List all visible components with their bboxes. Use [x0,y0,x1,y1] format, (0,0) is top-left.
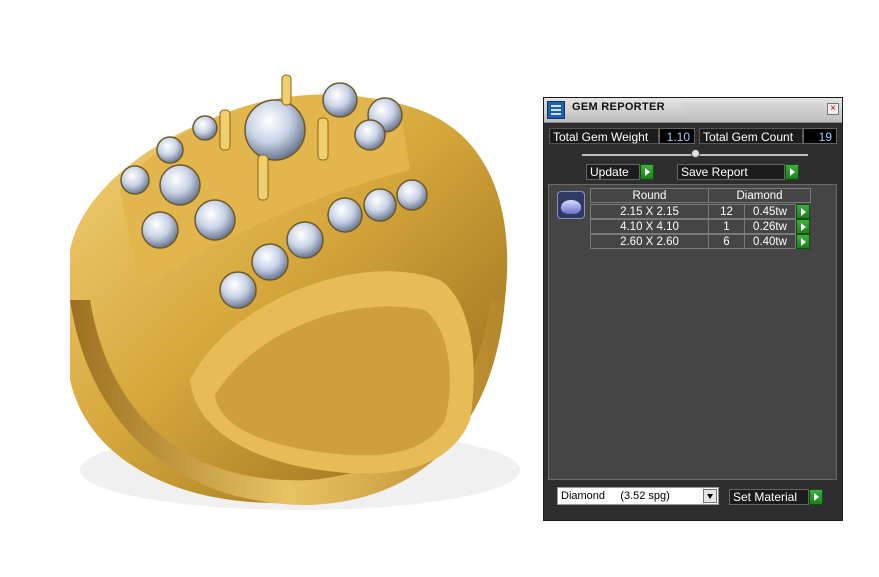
row-2-count: 1 [708,219,745,234]
panel-titlebar[interactable]: GEM REPORTER × [544,98,842,123]
set-material-go-icon[interactable] [809,489,823,505]
row-1-count: 12 [708,204,745,219]
gem-slider-thumb[interactable] [690,149,700,158]
row-3-go-icon[interactable] [796,234,810,249]
row-2-go-icon[interactable] [796,219,810,234]
total-gem-weight-value: 1.10 [659,128,695,144]
row-2-size: 4.10 X 4.10 [590,219,709,234]
row-1-size: 2.15 X 2.15 [590,204,709,219]
row-1-go-icon[interactable] [796,204,810,219]
panel-title: GEM REPORTER [572,101,665,113]
save-report-go-icon[interactable] [785,164,799,180]
shape-header: Round [590,188,709,203]
row-2-weight: 0.26tw [744,219,796,234]
gold-ring-illustration [70,74,520,510]
gem-reporter-icon [547,101,565,119]
row-3-weight: 0.40tw [744,234,796,249]
update-button[interactable]: Update [586,164,640,180]
material-dropdown[interactable]: Diamond (3.52 spg) [557,487,719,505]
round-diamond-icon[interactable] [557,191,585,219]
gem-list[interactable]: Round Diamond 2.15 X 2.15 12 0.45tw 4.10… [548,184,837,480]
total-gem-count-label: Total Gem Count [699,128,803,144]
total-gem-weight-label: Total Gem Weight [549,128,659,144]
chevron-down-icon[interactable] [703,489,717,503]
row-3-size: 2.60 X 2.60 [590,234,709,249]
ring-render-image [0,0,540,572]
update-go-icon[interactable] [640,164,654,180]
row-1-weight: 0.45tw [744,204,796,219]
total-gem-count-value: 19 [803,128,837,144]
save-report-button[interactable]: Save Report [677,164,785,180]
row-3-count: 6 [708,234,745,249]
set-material-button[interactable]: Set Material [729,489,809,505]
gem-reporter-panel: GEM REPORTER × Total Gem Weight 1.10 Tot… [543,97,843,521]
material-header: Diamond [708,188,811,203]
close-icon[interactable]: × [827,103,839,115]
titlebar-ribbon [684,102,824,117]
material-dropdown-value: Diamond (3.52 spg) [561,490,670,502]
